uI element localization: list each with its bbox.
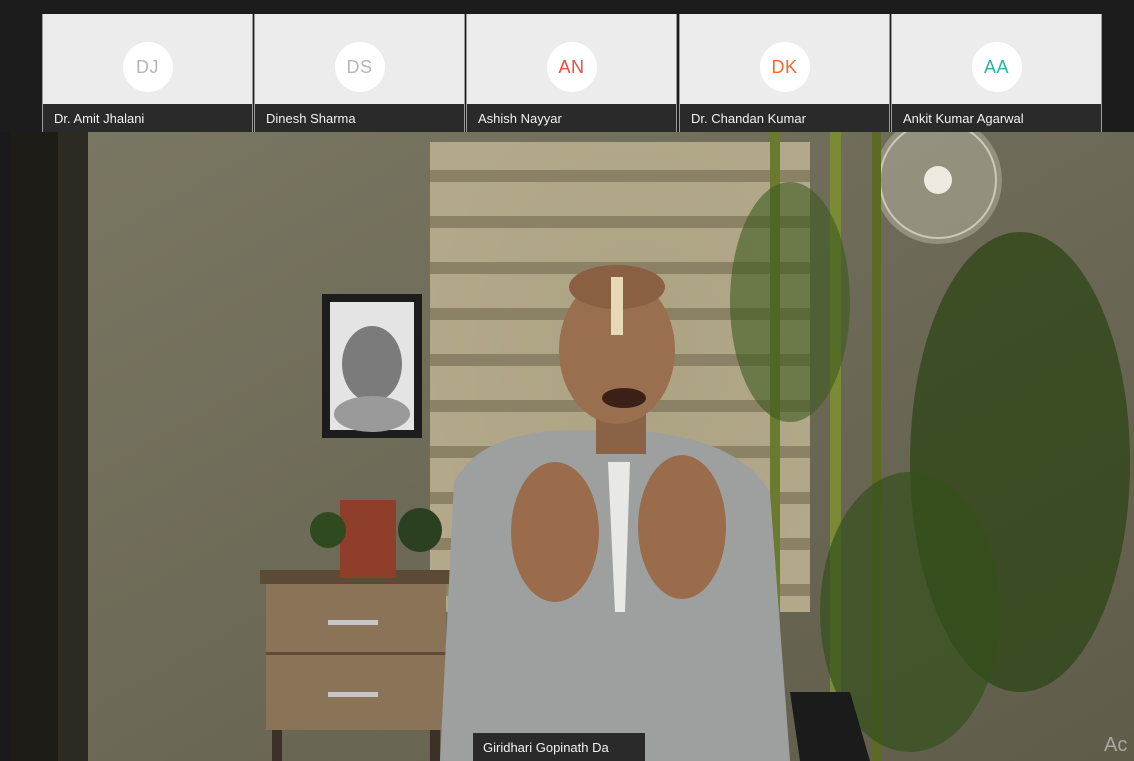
active-speaker-video[interactable] bbox=[10, 132, 1134, 761]
participant-name: Dinesh Sharma bbox=[255, 104, 464, 132]
potted-plant bbox=[398, 508, 442, 552]
avatar: DK bbox=[759, 42, 810, 92]
watermark-text: Ac bbox=[1104, 734, 1128, 756]
participant-name: Ankit Kumar Agarwal bbox=[892, 104, 1101, 132]
participant-tile-ds[interactable]: DS Dinesh Sharma bbox=[254, 14, 465, 132]
participant-name: Ashish Nayyar bbox=[467, 104, 676, 132]
participant-name: Dr. Chandan Kumar bbox=[680, 104, 889, 132]
participant-tile-aa[interactable]: AA Ankit Kumar Agarwal bbox=[891, 14, 1102, 132]
flower-plant bbox=[310, 512, 346, 548]
active-speaker-name: Giridhari Gopinath Da bbox=[473, 733, 645, 761]
participant-tile-an[interactable]: AN Ashish Nayyar bbox=[466, 14, 677, 132]
participant-name: Dr. Amit Jhalani bbox=[43, 104, 252, 132]
avatar: DS bbox=[334, 42, 385, 92]
avatar: DJ bbox=[122, 42, 173, 92]
participant-tile-dj[interactable]: DJ Dr. Amit Jhalani bbox=[42, 14, 253, 132]
book bbox=[340, 500, 396, 578]
avatar: AA bbox=[971, 42, 1022, 92]
avatar: AN bbox=[546, 42, 597, 92]
speaker-video-frame bbox=[10, 132, 1134, 761]
framed-portrait bbox=[322, 294, 422, 438]
participant-gallery: DJ Dr. Amit Jhalani DS Dinesh Sharma AN … bbox=[0, 0, 1134, 132]
participant-tile-dk[interactable]: DK Dr. Chandan Kumar bbox=[679, 14, 890, 132]
